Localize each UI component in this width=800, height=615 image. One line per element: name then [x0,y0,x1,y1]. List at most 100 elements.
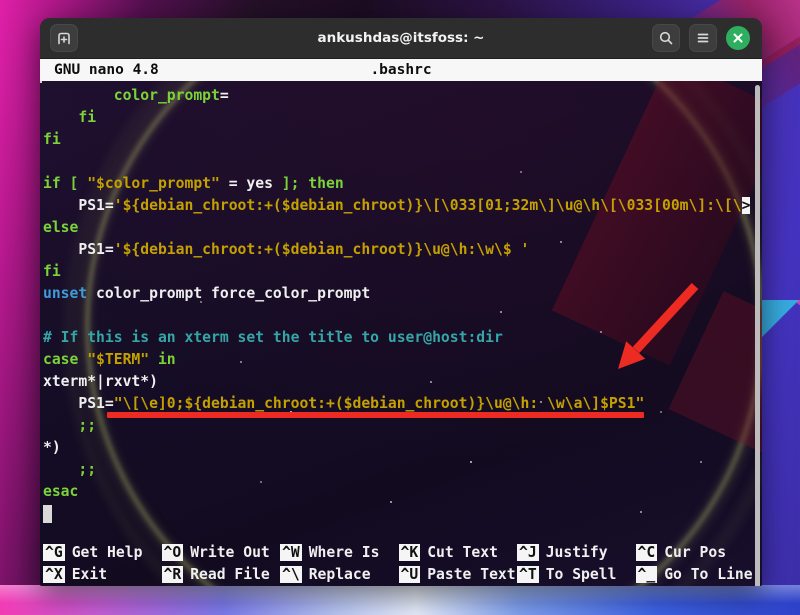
shortcut-label: Go To Line [664,566,752,583]
terminal-line [43,305,762,327]
shortcut-write-out: ^O Write Out [162,541,281,563]
close-icon [732,32,744,44]
shortcut-to-spell: ^T To Spell [517,563,636,585]
shortcut-label: Write Out [190,544,270,561]
nano-shortcut-bar: ^G Get Help ^O Write Out ^W Where Is ^K Cut Tex… [43,541,754,585]
terminal-window: ankushdas@itsfoss: ~ [40,18,762,586]
terminal-line: fi [43,129,762,151]
terminal-line: *) [43,437,762,459]
terminal-line: ;; [43,459,762,481]
code-segment: case [43,351,87,368]
shortcut-key: ^O [162,544,184,561]
shortcut-label: To Spell [546,566,617,583]
code-segment: ;; [43,461,96,478]
shortcut-key: ^U [399,566,421,583]
code-segment: PS1= [43,197,114,214]
shortcut-where-is: ^W Where Is [280,541,399,563]
code-segment: # If this is an xterm set the title to u… [43,329,503,346]
code-segment: xterm*|rxvt*) [43,373,158,390]
shortcut-cut-text: ^K Cut Text [399,541,518,563]
search-icon [658,30,674,46]
code-segment: = yes [220,175,282,192]
terminal-line: if [ "$color_prompt" = yes ]; then [43,173,762,195]
hamburger-menu-icon [695,30,711,46]
terminal-line [43,151,762,173]
shortcut-read-file: ^R Read File [162,563,281,585]
shortcut-cur-pos: ^CCur Pos [636,541,755,563]
close-button[interactable] [726,26,750,50]
terminal-line: xterm*|rxvt*) [43,371,762,393]
code-segment: in [149,351,176,368]
code-segment: PS1= [43,395,114,412]
code-segment: = [220,87,229,104]
shortcut-key: ^J [517,544,539,561]
shortcut-key: ^_ [636,566,658,583]
code-segment: fi [43,109,96,126]
nano-header: GNU nano 4.8 .bashrc [40,59,762,81]
shortcut-key: ^X [43,566,65,583]
code-segment: ;; [43,417,96,434]
terminal-line: fi [43,107,762,129]
window-titlebar[interactable]: ankushdas@itsfoss: ~ [40,18,762,59]
shortcut-key: ^T [517,566,539,583]
shortcut-key: ^W [280,544,302,561]
shortcut-key: ^\ [280,566,302,583]
shortcut-key: ^C [636,544,658,561]
terminal-line: unset color_prompt force_color_prompt [43,283,762,305]
code-segment: if [ [43,175,87,192]
shortcut-go-to-line: ^_ Go To Line [636,563,755,585]
shortcut-key: ^G [43,544,65,561]
new-tab-button[interactable] [50,24,78,52]
shortcut-get-help: ^G Get Help [43,541,162,563]
terminal-cursor [43,505,52,523]
terminal-content[interactable]: color_prompt= fi fi if [ "$color_prompt" =… [40,81,762,586]
shortcut-replace: ^\Replace [280,563,399,585]
terminal-line: ;; [43,415,762,437]
code-segment: fi [43,131,61,148]
code-segment: color_prompt [114,87,220,104]
wallpaper-shape [762,300,800,370]
terminal-line: case "$TERM" in [43,349,762,371]
code-segment: "$color_prompt" [87,175,220,192]
annotation-underline [107,412,644,418]
shortcut-paste-text: ^U Paste Text [399,563,518,585]
code-segment: else [43,219,78,236]
code-segment [43,87,114,104]
shortcut-label: Get Help [72,544,143,561]
terminal-line: PS1='${debian_chroot:+($debian_chroot)}\… [43,195,762,217]
terminal-line: fi [43,261,762,283]
code-segment: '${debian_chroot:+($debian_chroot)}\[\03… [114,197,742,214]
terminal-line [43,503,762,525]
code-segment: *) [43,439,61,456]
terminal-line: # If this is an xterm set the title to u… [43,327,762,349]
terminal-line: PS1='${debian_chroot:+($debian_chroot)}\… [43,239,762,261]
code-segment: esac [43,483,78,500]
shortcut-label: Exit [72,566,107,583]
shortcut-label: Read File [190,566,270,583]
nano-filename: .bashrc [40,59,762,81]
code-segment: color_prompt force_color_prompt [87,285,370,302]
menu-button[interactable] [689,24,717,52]
code-segment: '${debian_chroot:+($debian_chroot)}\u@\h… [114,241,530,258]
new-tab-icon [56,30,72,46]
terminal-lines: color_prompt= fi fi if [ "$color_prompt" =… [40,81,762,525]
shortcut-key: ^K [399,544,421,561]
shortcut-exit: ^X Exit [43,563,162,585]
scrollbar[interactable] [755,85,760,586]
terminal-line: esac [43,481,762,503]
code-segment: ]; then [282,175,344,192]
wallpaper-floor [0,585,800,615]
shortcut-label: Where Is [309,544,380,561]
shortcut-key: ^R [162,566,184,583]
code-segment: PS1= [43,241,114,258]
shortcut-label: Justify [546,544,608,561]
code-segment: "\[\e]0;${debian_chroot:+($debian_chroot… [114,395,645,412]
code-segment: > [742,197,751,214]
shortcut-label: Cut Text [427,544,498,561]
shortcut-justify: ^J Justify [517,541,636,563]
terminal-line: color_prompt= [43,85,762,107]
code-segment: "$TERM" [87,351,149,368]
search-button[interactable] [652,24,680,52]
shortcut-label: Paste Text [427,566,515,583]
code-segment: unset [43,285,87,302]
